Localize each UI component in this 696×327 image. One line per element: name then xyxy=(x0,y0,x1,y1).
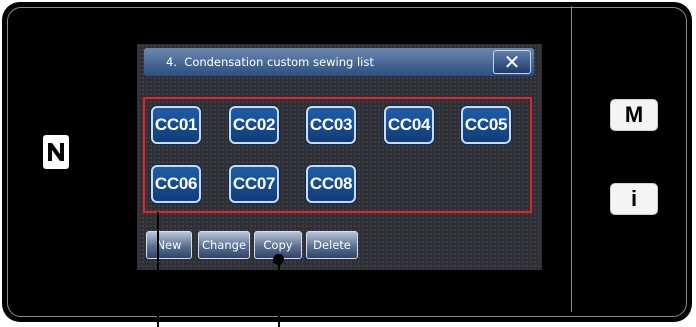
delete-button[interactable]: Delete xyxy=(306,231,358,259)
callout-line-pattern-list xyxy=(157,212,159,327)
close-icon: ✕ xyxy=(503,50,521,74)
close-button[interactable]: ✕ xyxy=(493,50,531,74)
mode-button[interactable]: M xyxy=(610,99,658,131)
new-button[interactable]: New xyxy=(146,231,192,259)
pattern-list-highlight xyxy=(143,97,532,213)
dialog-titlebar: 4. Condensation custom sewing list xyxy=(144,48,534,76)
change-button[interactable]: Change xyxy=(198,231,250,259)
nfc-icon xyxy=(43,135,69,169)
panel-divider xyxy=(571,6,572,312)
dialog-title: 4. Condensation custom sewing list xyxy=(166,55,374,69)
callout-dot-copy xyxy=(273,254,284,265)
information-button[interactable]: i xyxy=(610,183,658,215)
callout-line-copy xyxy=(278,259,280,327)
